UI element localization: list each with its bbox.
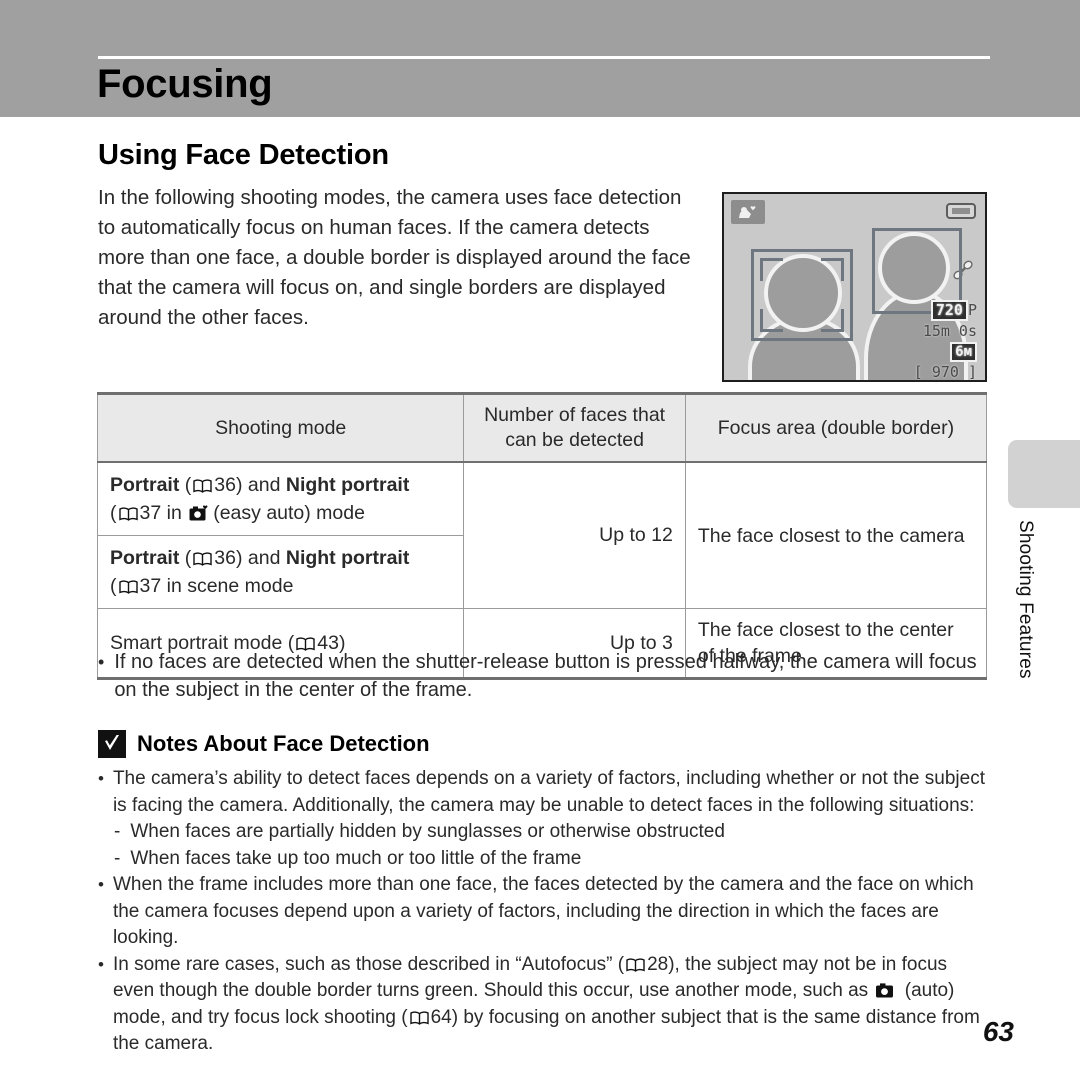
book-reference-icon (193, 546, 212, 566)
mode-mid: and (242, 474, 286, 496)
list-item: • When the frame includes more than one … (98, 872, 988, 952)
mode-bold-portrait: Portrait (110, 547, 180, 569)
notes-heading: Notes About Face Detection (98, 730, 430, 758)
header-number-line2: can be detected (505, 429, 644, 451)
battery-full-icon (946, 203, 976, 219)
double-border-focus-area (751, 249, 853, 341)
mode-tail: in scene mode (161, 575, 294, 597)
chapter-header-band: Focusing (0, 0, 1080, 117)
mode-ref-1: 36 (214, 547, 236, 569)
mode-bold-night-portrait: Night portrait (285, 474, 410, 496)
sub-note-text: When faces are partially hidden by sungl… (130, 821, 725, 842)
bullet-dot: • (98, 875, 104, 894)
book-reference-icon (296, 631, 315, 651)
book-reference-icon (409, 1007, 429, 1025)
focus-area-line1: The face closest to the center (697, 619, 954, 641)
sub-note-text: When faces take up too much or too littl… (130, 847, 582, 869)
side-tab-block (1008, 440, 1080, 508)
bullet-dot: • (98, 769, 104, 788)
cell-shooting-mode-1: Portrait (36) and Night portrait (37 in … (96, 461, 465, 536)
section-title: Using Face Detection (98, 139, 389, 171)
focus-corner-brackets (760, 258, 844, 332)
table-row: Portrait (36) and Night portrait (37 in … (96, 461, 988, 609)
auto-camera-icon (875, 981, 897, 998)
time-remaining-readout: 15m 0s (922, 322, 977, 340)
notes-title: Notes About Face Detection (137, 731, 430, 756)
book-reference-icon (118, 501, 138, 521)
intro-paragraph: In the following shooting modes, the cam… (98, 186, 691, 329)
shots-remaining-readout: [ 970 ] (913, 363, 977, 381)
book-reference-icon (193, 473, 212, 493)
dash-marker: - (114, 821, 121, 842)
post-table-bullets: • If no faces are detected when the shut… (98, 648, 988, 704)
chapter-rule (98, 56, 990, 59)
dash-marker: - (114, 847, 121, 869)
face-detection-table: Shooting mode Number of faces that can b… (96, 392, 988, 680)
note-text: When the frame includes more than one fa… (112, 874, 974, 948)
book-reference-icon (118, 574, 138, 594)
sub-list-item: - When faces take up too much or too lit… (98, 846, 988, 873)
header-focus-area: Focus area (double border) (684, 392, 988, 463)
mode-mid: and (242, 547, 286, 569)
mode-ref-1: 36 (214, 474, 236, 496)
table-header-row: Shooting mode Number of faces that can b… (96, 392, 988, 463)
mode-tail2: (easy auto) mode (213, 502, 365, 524)
mode-bold-night-portrait: Night portrait (285, 547, 410, 569)
notes-body: • The camera’s ability to detect faces d… (98, 766, 988, 1058)
book-reference-icon (626, 954, 645, 972)
note-ref1: 28 (647, 953, 669, 975)
header-number-line1: Number of faces that (484, 404, 666, 426)
page-number: 63 (982, 1016, 1014, 1047)
sub-list-item: - When faces are partially hidden by sun… (98, 819, 988, 846)
list-item: • If no faces are detected when the shut… (98, 648, 988, 704)
mode-tail: in (161, 502, 188, 524)
header-number-of-faces: Number of faces that can be detected (463, 392, 686, 463)
cell-number-of-faces-1: Up to 12 (463, 461, 686, 609)
camera-lcd-illustration: 720 P 15m 0s 6м [ 970 ] (722, 192, 987, 382)
manual-page: Focusing Using Face Detection In the fol… (0, 0, 1080, 1080)
mode-ref-2: 37 (139, 502, 162, 524)
movie-mode-readout: 720 P (887, 300, 977, 321)
side-tab-label: Shooting Features (1015, 520, 1036, 679)
note-part1: In some rare cases, such as those descri… (112, 953, 625, 975)
list-item: • The camera’s ability to detect faces d… (98, 766, 988, 819)
note-ref2: 64 (430, 1006, 452, 1028)
chapter-title: Focusing (97, 62, 273, 106)
mode-ref-2: 37 (139, 575, 162, 597)
cell-focus-area-1: The face closest to the camera (684, 461, 988, 609)
cell-shooting-mode-2: Portrait (36) and Night portrait (37 in … (96, 535, 465, 609)
bullet-text: If no faces are detected when the shutte… (114, 651, 977, 701)
bullet-dot: • (98, 652, 105, 672)
image-size-readout: 6м (887, 341, 977, 362)
header-shooting-mode: Shooting mode (96, 392, 465, 463)
lcd-info-readout: 720 P 15m 0s 6м [ 970 ] (887, 300, 977, 381)
list-item: • In some rare cases, such as those desc… (98, 952, 988, 1058)
night-portrait-scene-icon (731, 200, 765, 224)
movie-mode-value: 720 (930, 300, 968, 321)
movie-mode-suffix: P (967, 301, 977, 319)
caution-check-icon (98, 730, 126, 758)
note-text: The camera’s ability to detect faces dep… (112, 768, 985, 816)
easy-auto-camera-icon (189, 502, 211, 521)
bullet-dot: • (98, 954, 104, 974)
note-text-mixed: In some rare cases, such as those descri… (113, 952, 988, 1058)
mode-bold-portrait: Portrait (110, 474, 180, 496)
